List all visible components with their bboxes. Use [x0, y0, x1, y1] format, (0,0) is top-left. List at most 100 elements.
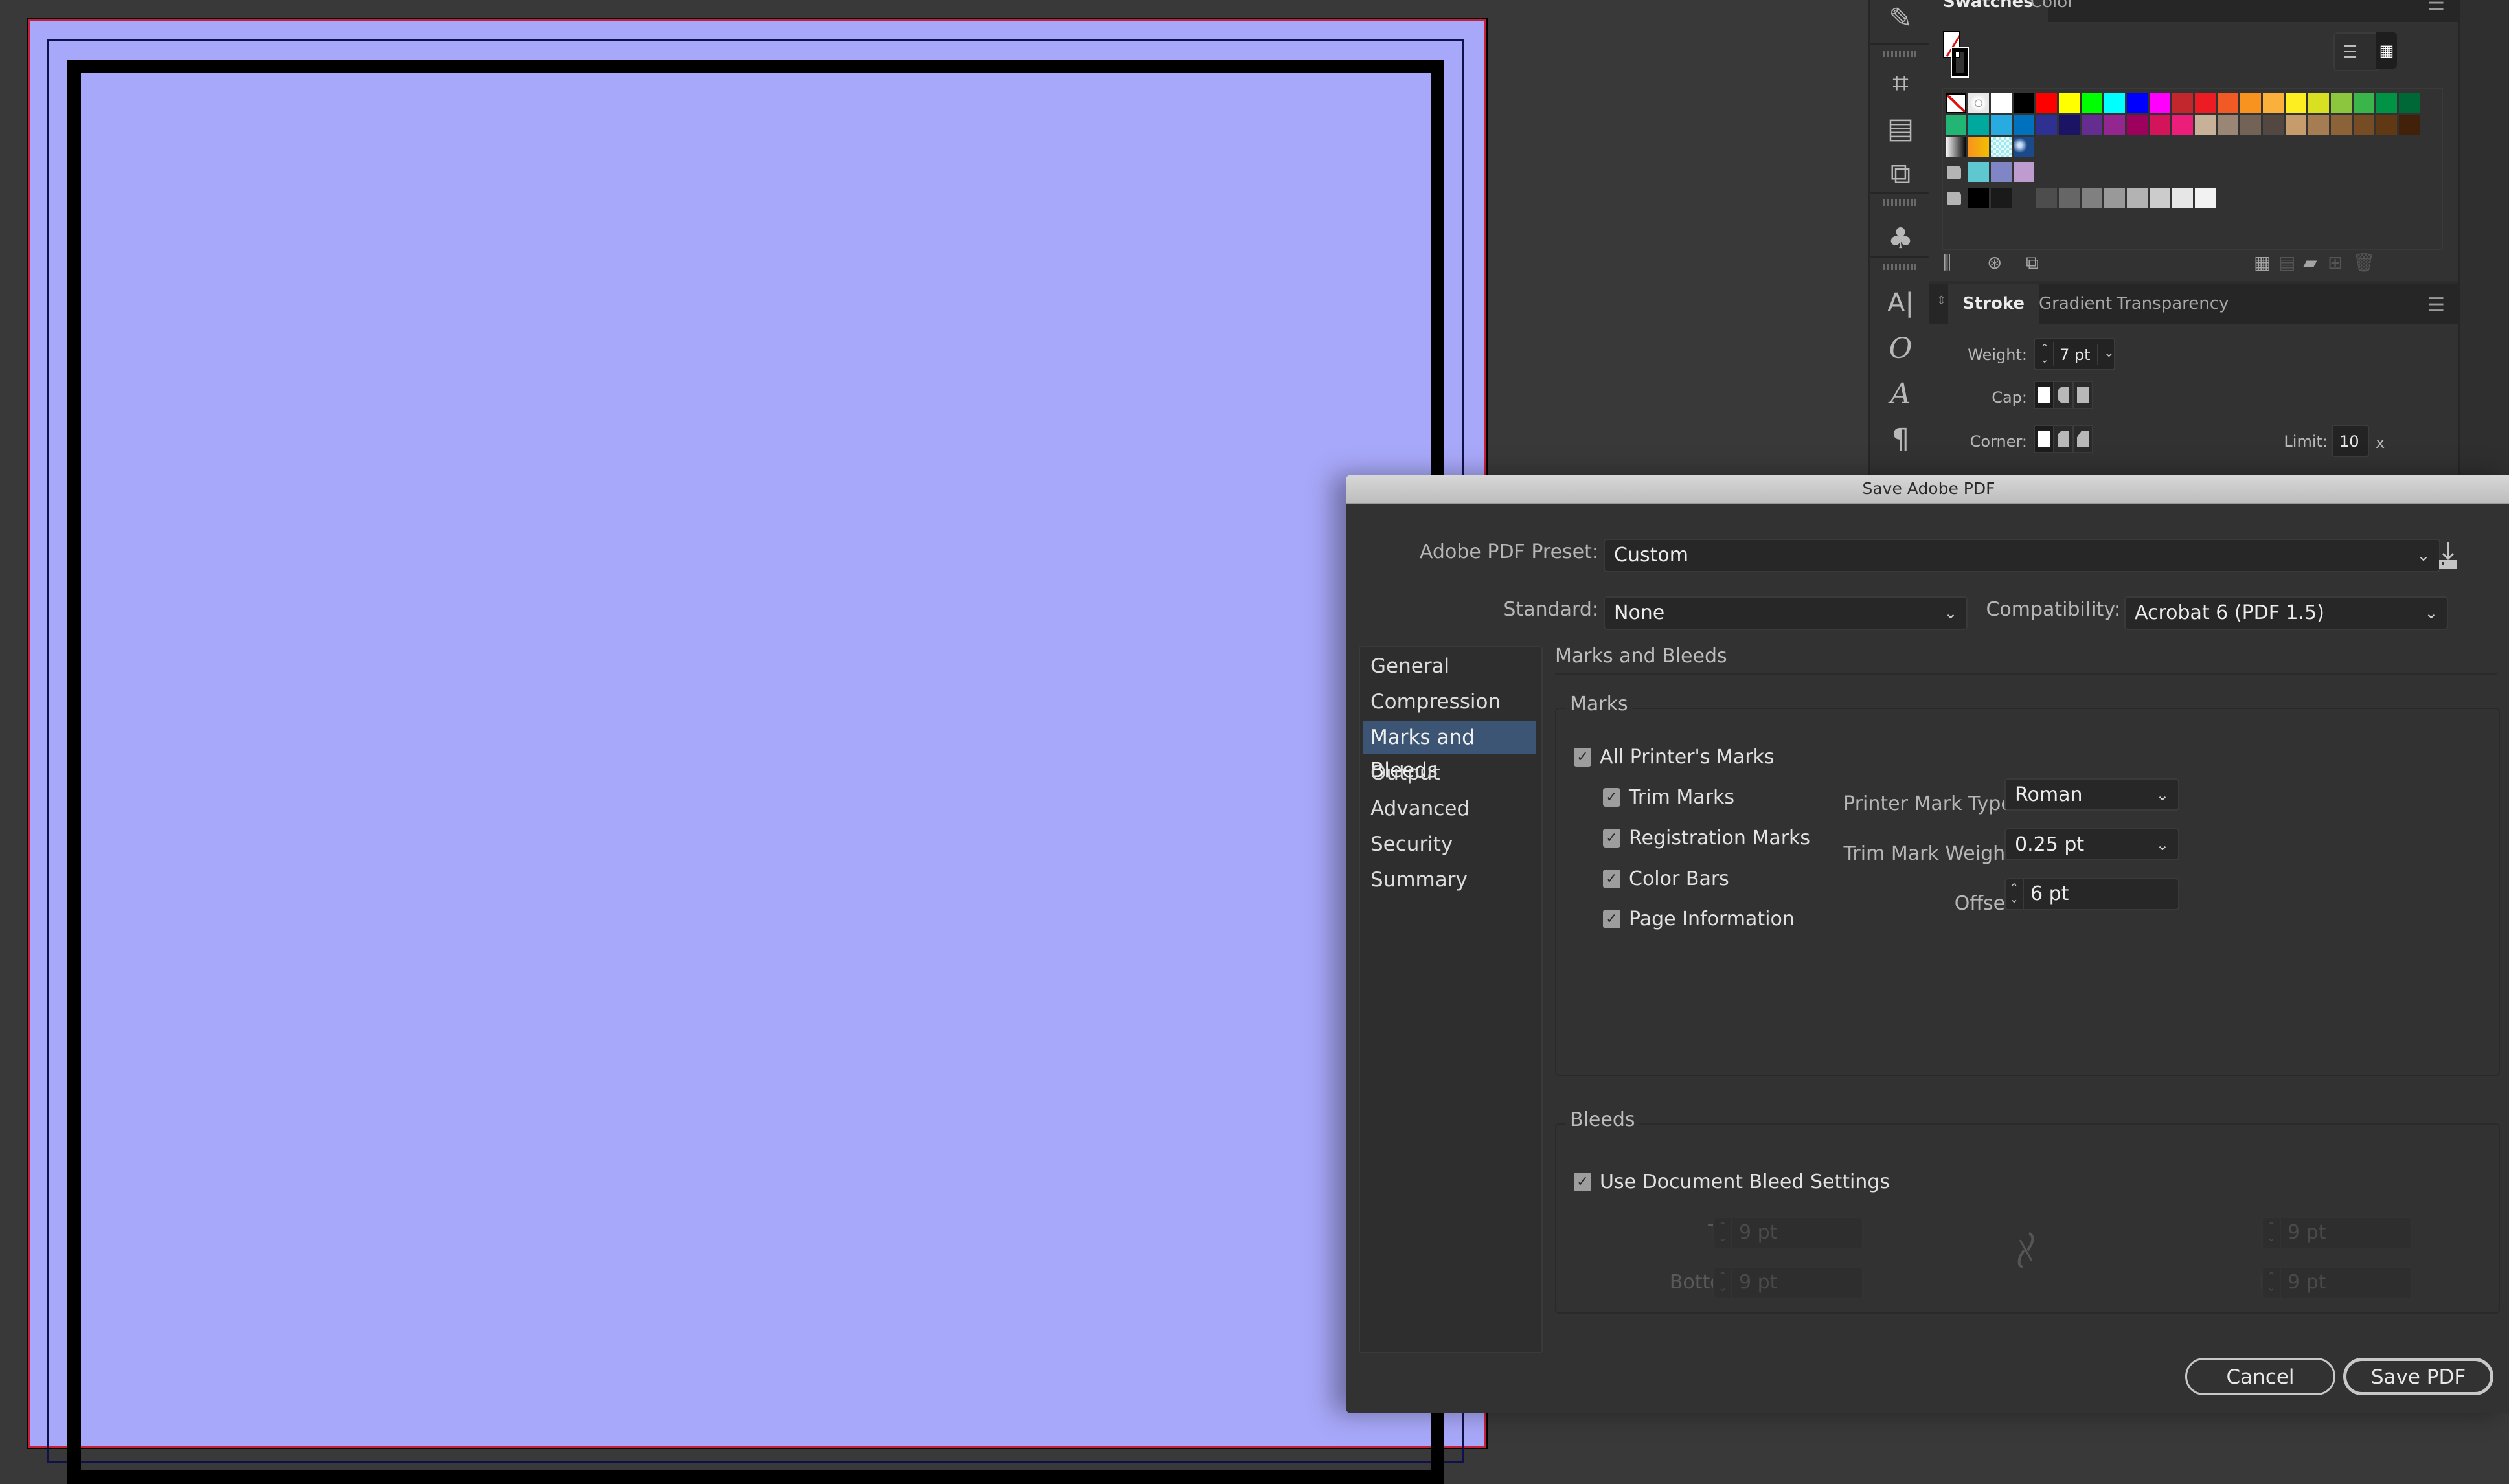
- swatch[interactable]: [2286, 93, 2306, 113]
- swatch[interactable]: [1991, 93, 2012, 113]
- bleed-right-stepper[interactable]: ⌃ ⌄: [2263, 1268, 2281, 1298]
- bleed-left-stepper[interactable]: ⌃ ⌄: [2263, 1218, 2281, 1248]
- swatch[interactable]: [2014, 115, 2034, 135]
- swatch[interactable]: [2172, 93, 2193, 113]
- bleed-right-field[interactable]: ⌃ ⌄ 9 pt: [2262, 1266, 2412, 1299]
- bleed-bottom-stepper[interactable]: ⌃ ⌄: [1714, 1268, 1732, 1298]
- stroke-indicator[interactable]: [1951, 47, 1969, 78]
- swatch[interactable]: [2376, 115, 2397, 135]
- cancel-button[interactable]: Cancel: [2185, 1358, 2335, 1395]
- swatch[interactable]: [2082, 115, 2102, 135]
- swatch[interactable]: [2354, 115, 2374, 135]
- bleed-left-field[interactable]: ⌃ ⌄ 9 pt: [2262, 1217, 2412, 1249]
- trim-mark-weight-dropdown[interactable]: 0.25 pt ⌄: [2004, 828, 2179, 860]
- cc-libraries-icon[interactable]: ⊛: [1987, 252, 2002, 273]
- swatch[interactable]: [2014, 93, 2034, 113]
- swatch-gradient-bw[interactable]: [1946, 137, 1966, 157]
- swatch[interactable]: [2127, 93, 2148, 113]
- swatch[interactable]: [2399, 115, 2420, 135]
- miter-join-button[interactable]: [2034, 425, 2054, 453]
- opentype-icon[interactable]: O: [1870, 330, 1931, 366]
- swatch[interactable]: [2376, 93, 2397, 113]
- weight-field[interactable]: ⌃ ⌄ 7 pt ⌄: [2034, 338, 2115, 370]
- list-view-icon[interactable]: ☰: [2343, 43, 2357, 62]
- round-cap-button[interactable]: [2053, 381, 2074, 409]
- round-join-button[interactable]: [2053, 425, 2074, 453]
- swatch[interactable]: [1968, 188, 1989, 208]
- bleed-top-field[interactable]: ⌃ ⌄ 9 pt: [1713, 1217, 1863, 1249]
- swatch-none[interactable]: [1946, 93, 1966, 113]
- projecting-cap-button[interactable]: [2072, 381, 2093, 409]
- bleed-bottom-field[interactable]: ⌃ ⌄ 9 pt: [1713, 1266, 1863, 1299]
- swatch-libraries-icon[interactable]: ⫼: [1943, 252, 1951, 274]
- butt-cap-button[interactable]: [2034, 381, 2054, 409]
- nav-marks-and-bleeds[interactable]: Marks and Bleeds: [1363, 721, 1536, 782]
- bevel-join-button[interactable]: [2072, 425, 2093, 453]
- delete-swatch-icon[interactable]: 🗑: [2352, 252, 2376, 273]
- show-kinds-icon[interactable]: ▦: [2254, 252, 2271, 273]
- weight-stepper[interactable]: ⌃ ⌄: [2036, 342, 2054, 366]
- nav-general[interactable]: General: [1363, 650, 1536, 683]
- weight-dropdown-chevron[interactable]: ⌄: [2097, 344, 2115, 365]
- swatch[interactable]: [2082, 188, 2102, 208]
- swatch[interactable]: [2354, 93, 2374, 113]
- swatch[interactable]: [2263, 115, 2284, 135]
- swatch[interactable]: [2195, 188, 2216, 208]
- swatch[interactable]: [2104, 188, 2125, 208]
- compatibility-dropdown[interactable]: Acrobat 6 (PDF 1.5) ⌄: [2124, 596, 2448, 630]
- swatch[interactable]: [2308, 93, 2329, 113]
- swatch[interactable]: [2218, 93, 2238, 113]
- symbols-icon[interactable]: ♣: [1870, 220, 1931, 256]
- color-group-folder-icon[interactable]: [1947, 192, 1961, 205]
- swatch[interactable]: [2059, 188, 2080, 208]
- swatch-registration[interactable]: [1968, 93, 1989, 113]
- registration-marks-checkbox[interactable]: ✓ Registration Marks: [1603, 827, 1810, 849]
- new-color-group-icon[interactable]: ▰: [2303, 252, 2317, 273]
- swatch[interactable]: [2127, 188, 2148, 208]
- nav-output[interactable]: Output: [1363, 757, 1536, 790]
- swatch[interactable]: [2014, 162, 2034, 182]
- drag-grip[interactable]: [1883, 264, 1917, 270]
- swatch-pattern-swirl[interactable]: [2014, 137, 2034, 157]
- swatch[interactable]: [2263, 93, 2284, 113]
- standard-dropdown[interactable]: None ⌄: [1604, 596, 1968, 630]
- swatch[interactable]: [2195, 115, 2216, 135]
- swatch[interactable]: [2331, 93, 2352, 113]
- character-icon[interactable]: A|: [1870, 285, 1931, 321]
- dialog-title[interactable]: Save Adobe PDF: [1346, 475, 2509, 504]
- stroked-rectangle[interactable]: [67, 60, 1444, 1484]
- swatch[interactable]: [2240, 93, 2261, 113]
- save-preset-button[interactable]: [2436, 539, 2460, 572]
- limit-field[interactable]: 10: [2332, 425, 2369, 457]
- swatch[interactable]: [2036, 93, 2057, 113]
- swatch[interactable]: [2150, 93, 2170, 113]
- swatch-options-icon[interactable]: ▤: [2278, 252, 2295, 273]
- offset-field[interactable]: ⌃ ⌄ 6 pt: [2004, 878, 2179, 910]
- align-icon[interactable]: ▤: [1870, 110, 1931, 146]
- preset-dropdown[interactable]: Custom ⌄: [1604, 539, 2440, 572]
- swatch[interactable]: [2399, 93, 2420, 113]
- swatch[interactable]: [2059, 115, 2080, 135]
- swatch[interactable]: [2127, 115, 2148, 135]
- offset-stepper[interactable]: ⌃ ⌄: [2006, 879, 2024, 909]
- swatch[interactable]: [2104, 93, 2125, 113]
- swatch[interactable]: [1991, 115, 2012, 135]
- swatch-pattern-check[interactable]: [1991, 137, 2012, 157]
- nav-summary[interactable]: Summary: [1363, 864, 1536, 897]
- nav-compression[interactable]: Compression: [1363, 686, 1536, 719]
- pathfinder-icon[interactable]: ⧉: [1870, 155, 1931, 192]
- swatch[interactable]: [2036, 188, 2057, 208]
- tab-color[interactable]: Color: [2016, 0, 2089, 22]
- swatch[interactable]: [2150, 115, 2170, 135]
- nav-security[interactable]: Security: [1363, 828, 1536, 861]
- swatch[interactable]: [2195, 93, 2216, 113]
- color-bars-checkbox[interactable]: ✓ Color Bars: [1603, 868, 1729, 890]
- swatch[interactable]: [2218, 115, 2238, 135]
- printer-mark-type-dropdown[interactable]: Roman ⌄: [2004, 778, 2179, 811]
- swatch[interactable]: [2308, 115, 2329, 135]
- swatch[interactable]: [2286, 115, 2306, 135]
- glyphs-icon[interactable]: A: [1870, 376, 1931, 412]
- color-group-folder-icon[interactable]: [1947, 166, 1961, 179]
- grid-view-icon[interactable]: ▦: [2376, 32, 2397, 69]
- bleed-top-stepper[interactable]: ⌃ ⌄: [1714, 1218, 1732, 1248]
